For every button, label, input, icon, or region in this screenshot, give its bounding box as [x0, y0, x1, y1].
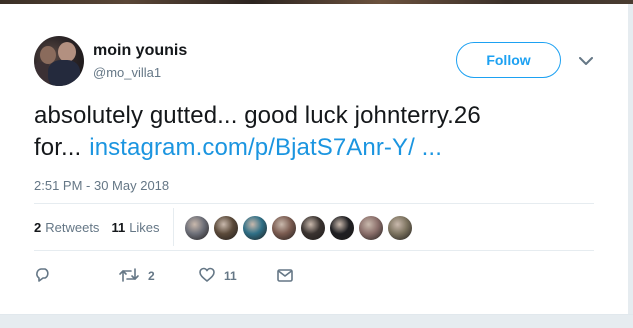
tweet-text-line1: absolutely gutted... good luck johnterry… [34, 102, 481, 129]
tweet-card: moin younis @mo_villa1 Follow absolutely… [0, 4, 629, 314]
liker-avatar[interactable] [300, 215, 326, 241]
reply-icon [34, 266, 52, 287]
background-strip-bottom [0, 314, 633, 328]
display-name[interactable]: moin younis [93, 42, 187, 60]
timestamp[interactable]: 2:51 PM - 30 May 2018 [34, 178, 169, 193]
reply-button[interactable] [34, 262, 60, 290]
retweet-count: 2 [148, 269, 155, 283]
divider [34, 250, 594, 251]
tweet-stats: 2 Retweets 11 Likes [34, 204, 172, 250]
retweets-label: Retweets [45, 219, 100, 235]
tweet-link[interactable]: instagram.com/p/BjatS7Anr-Y/ ... [89, 134, 442, 161]
stats-separator [173, 208, 174, 246]
tweet-text-line2: for... instagram.com/p/BjatS7Anr-Y/ ... [34, 132, 594, 164]
like-count: 11 [224, 269, 237, 283]
likes-stat[interactable]: 11 Likes [111, 220, 159, 235]
retweet-icon [118, 266, 140, 287]
page: moin younis @mo_villa1 Follow absolutely… [0, 0, 633, 328]
likes-label: Likes [129, 219, 160, 235]
liker-avatar[interactable] [329, 215, 355, 241]
retweet-button[interactable]: 2 [118, 262, 155, 290]
user-handle[interactable]: @mo_villa1 [93, 65, 161, 80]
liker-avatar[interactable] [271, 215, 297, 241]
liker-avatar[interactable] [242, 215, 268, 241]
liker-avatar[interactable] [184, 215, 210, 241]
envelope-icon [276, 266, 294, 287]
liker-avatar[interactable] [387, 215, 413, 241]
tweet-text-prefix: for... [34, 134, 82, 161]
liker-avatars [184, 215, 416, 241]
heart-icon [198, 266, 216, 287]
tweet-text: absolutely gutted... good luck johnterry… [34, 100, 594, 164]
retweets-stat[interactable]: 2 Retweets [34, 220, 99, 235]
liker-avatar[interactable] [358, 215, 384, 241]
likes-count: 11 [111, 219, 126, 235]
chevron-down-icon[interactable] [577, 52, 595, 70]
direct-message-button[interactable] [276, 262, 294, 290]
liker-avatar[interactable] [213, 215, 239, 241]
like-button[interactable]: 11 [198, 262, 237, 290]
follow-button[interactable]: Follow [456, 42, 561, 78]
retweets-count: 2 [34, 219, 42, 235]
avatar[interactable] [34, 36, 84, 86]
